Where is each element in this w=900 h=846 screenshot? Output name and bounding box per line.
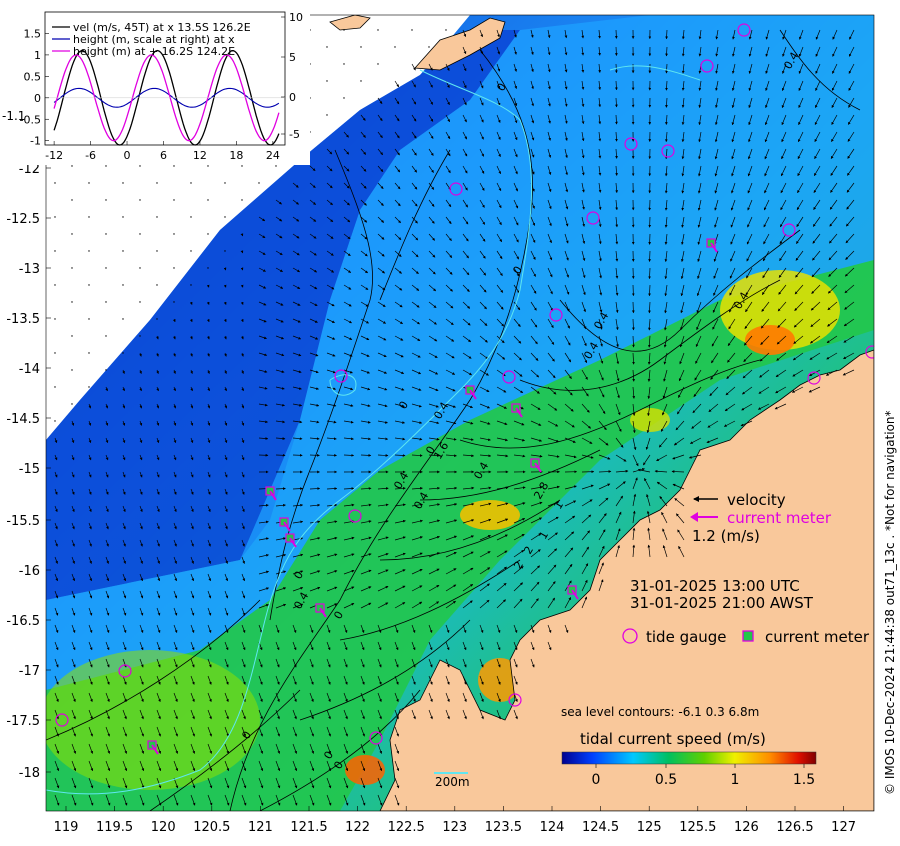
lon-tick-label: 123: [442, 820, 467, 835]
inset-right-tick: -5: [289, 128, 300, 141]
inset-right-tick: 5: [289, 51, 296, 64]
inset-right-tick: 0: [289, 91, 296, 104]
inset-legend-height-plus: height (m) at + 16.2S 124.2E: [73, 45, 235, 58]
inset-x-tick: 18: [229, 149, 243, 162]
tide-gauge-label: tide gauge: [646, 628, 727, 646]
tide-inset: 1.510.50-0.5-11050-5-12 -6 0 6 12 18 24 vel (m…: [2, 5, 310, 165]
lat-tick-label: -14: [19, 362, 40, 377]
lon-tick-label: 119.5: [96, 820, 133, 835]
lat-tick-label: -12.5: [6, 212, 40, 227]
colorbar-tick: 0: [592, 772, 601, 788]
time-utc: 31-01-2025 13:00 UTC: [630, 577, 800, 595]
lat-tick-label: -17: [19, 664, 40, 679]
speed-hotspot: [46, 650, 260, 790]
velocity-label: velocity: [727, 491, 786, 509]
lon-tick-label: 120: [151, 820, 176, 835]
lat-tick-label: -17.5: [6, 714, 40, 729]
lat-tick-label: -15: [19, 462, 40, 477]
current-meter-key-label: current meter: [765, 628, 870, 646]
lon-tick-label: 125.5: [679, 820, 716, 835]
lon-tick-label: 121: [248, 820, 273, 835]
lon-tick-label: 124.5: [582, 820, 619, 835]
lon-tick-label: 125: [637, 820, 662, 835]
lon-tick-label: 121.5: [290, 820, 327, 835]
inset-right-tick: 10: [289, 11, 303, 24]
lat-tick-label: -16: [19, 564, 40, 579]
inset-partial-tick: -1.1: [2, 109, 25, 123]
inset-left-tick: -1: [30, 135, 41, 148]
colorbar-title: tidal current speed (m/s): [580, 730, 766, 748]
lat-tick-label: -13: [19, 262, 40, 277]
inset-left-tick: 0.5: [24, 70, 42, 83]
inset-left-tick: 1: [34, 49, 41, 62]
inset-x-tick: -6: [85, 149, 96, 162]
inset-x-tick: 12: [193, 149, 207, 162]
lat-tick-label: -14.5: [6, 412, 40, 427]
sea-level-contours-label: sea level contours: -6.1 0.3 6.8m: [561, 705, 759, 719]
inset-legend: vel (m/s, 45T) at x 13.5S 126.2E height …: [52, 21, 251, 58]
speed-hotspot: [745, 325, 795, 355]
colorbar-tick: 0.5: [655, 772, 677, 788]
inset-left-tick: 0: [34, 92, 41, 105]
inset-x-tick: -12: [45, 149, 63, 162]
lon-tick-label: 122.5: [388, 820, 425, 835]
inset-x-tick: 6: [160, 149, 167, 162]
inset-x-tick: 0: [124, 149, 131, 162]
current-meter-label: current meter: [727, 509, 832, 527]
lon-tick-label: 122: [345, 820, 370, 835]
lon-tick-label: 119: [54, 820, 79, 835]
colorbar-tick: 1.5: [793, 772, 815, 788]
colorbar-tick: 1: [731, 772, 740, 788]
lon-tick-label: 120.5: [193, 820, 230, 835]
inset-x-tick: 24: [266, 149, 280, 162]
lon-tick-label: 127: [831, 820, 856, 835]
lon-tick-label: 126.5: [776, 820, 813, 835]
latitude-axis: -12-12.5-13-13.5-14-14.5-15-15.5-16-16.5…: [6, 117, 51, 781]
tidal-current-map: 000000000.40.40.40.40.40.40.411222.81.60…: [2, 5, 897, 835]
watermark: © IMOS 10-Dec-2024 21:44:38 out71_13c . …: [883, 410, 897, 795]
lat-tick-label: -13.5: [6, 312, 40, 327]
lat-tick-label: -18: [19, 766, 40, 781]
depth-label: 200m: [435, 775, 470, 789]
velocity-scale: 1.2 (m/s): [692, 527, 760, 545]
lon-tick-label: 126: [734, 820, 759, 835]
inset-left-tick: 1.5: [24, 27, 42, 40]
time-awst: 31-01-2025 21:00 AWST: [630, 594, 814, 612]
lon-tick-label: 124: [540, 820, 565, 835]
lon-tick-label: 123.5: [485, 820, 522, 835]
current-meter-icon: [742, 630, 754, 642]
lat-tick-label: -15.5: [6, 514, 40, 529]
lat-tick-label: -16.5: [6, 614, 40, 629]
